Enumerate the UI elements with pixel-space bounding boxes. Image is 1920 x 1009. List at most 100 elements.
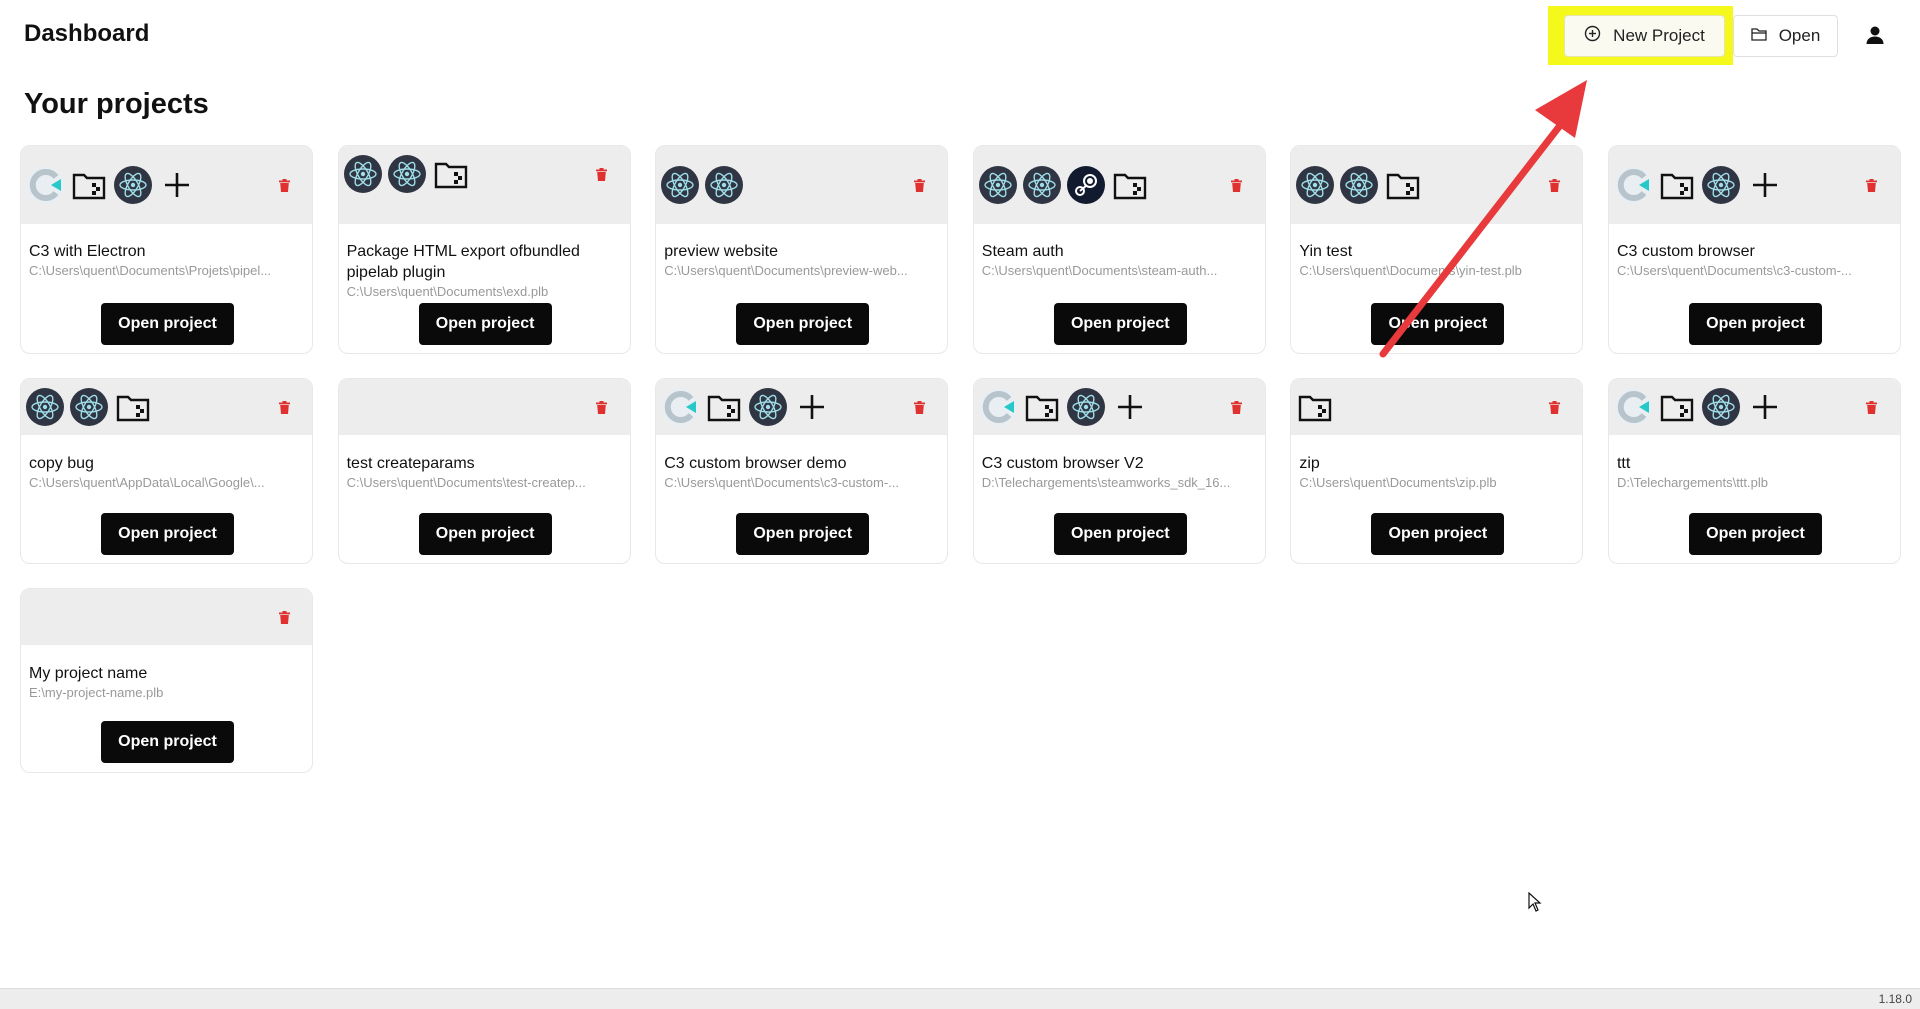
project-card: ttt D:\Telechargements\ttt.plb Open projec… <box>1607 378 1901 564</box>
project-card-body: My project name E:\my-project-name.plb <box>21 645 312 702</box>
electron-icon <box>1295 165 1335 205</box>
open-project-button[interactable]: Open project <box>1688 303 1822 345</box>
electron-icon <box>748 387 788 427</box>
delete-project-icon[interactable] <box>594 399 610 415</box>
open-project-button[interactable]: Open project <box>418 513 552 555</box>
delete-project-icon[interactable] <box>911 399 927 415</box>
plus-icon <box>1745 165 1785 205</box>
delete-project-icon[interactable] <box>1546 177 1562 193</box>
delete-project-icon[interactable] <box>276 609 292 625</box>
project-name: C3 custom browser demo <box>664 455 847 472</box>
folder-icon <box>704 387 744 427</box>
project-name: ttt <box>1616 455 1631 472</box>
project-card-header <box>338 379 630 435</box>
delete-project-icon[interactable] <box>911 177 927 193</box>
folder-icon <box>1022 387 1062 427</box>
project-card-header <box>656 146 948 224</box>
project-path: C:\Users\quent\Documents\Projets\pipel..… <box>29 263 272 278</box>
open-project-button[interactable]: Open project <box>1053 513 1187 555</box>
folder-icon <box>1110 165 1150 205</box>
plus-icon <box>792 387 832 427</box>
project-card-body: Steam auth C:\Users\quent\Documents\steam… <box>974 224 1265 280</box>
project-path: C:\Users\quent\Documents\test-createp... <box>346 475 586 490</box>
project-name: zip <box>1299 455 1320 472</box>
delete-project-icon[interactable] <box>276 177 292 193</box>
open-button[interactable]: Open <box>1733 15 1838 57</box>
electron-icon <box>704 165 744 205</box>
project-card: My project name E:\my-project-name.plb Ope… <box>20 588 313 773</box>
open-project-button[interactable]: Open project <box>1053 303 1187 345</box>
project-path: C:\Users\quent\Documents\yin-test.plb <box>1299 263 1522 278</box>
section-title: Your projects <box>24 88 209 120</box>
project-path: C:\Users\quent\Documents\steam-auth... <box>981 263 1218 278</box>
project-card: preview website C:\Users\quent\Documents\… <box>655 145 949 354</box>
project-path: D:\Telechargements\ttt.plb <box>1616 475 1768 490</box>
open-label: Open <box>1778 26 1821 45</box>
project-card-header <box>21 146 312 224</box>
project-name: C3 with Electron <box>29 243 146 260</box>
open-project-button[interactable]: Open project <box>101 721 234 763</box>
project-name: My project name <box>29 665 148 682</box>
project-name: C3 custom browser <box>1616 243 1755 260</box>
project-card-header <box>1291 146 1583 224</box>
project-card-header <box>973 146 1265 224</box>
electron-icon <box>978 165 1018 205</box>
delete-project-icon[interactable] <box>1864 399 1880 415</box>
open-project-button[interactable]: Open project <box>418 303 552 345</box>
project-card-body: C3 with Electron C:\Users\quent\Documents… <box>21 224 312 280</box>
project-card: test createparams C:\Users\quent\Document… <box>337 378 631 564</box>
project-card: copy bug C:\Users\quent\AppData\Local\Goo… <box>20 378 313 564</box>
user-menu-button[interactable] <box>1858 20 1892 54</box>
version-text: 1.18.0 <box>1878 992 1912 1006</box>
electron-icon <box>25 387 65 427</box>
project-card-header <box>21 589 312 645</box>
open-project-button[interactable]: Open project <box>1371 303 1505 345</box>
open-project-button[interactable]: Open project <box>101 303 234 345</box>
project-card-body: zip C:\Users\quent\Documents\zip.plb <box>1291 435 1582 492</box>
delete-project-icon[interactable] <box>276 399 292 415</box>
electron-icon <box>1066 387 1106 427</box>
plus-icon <box>1745 387 1785 427</box>
open-project-button[interactable]: Open project <box>736 513 870 555</box>
new-project-button[interactable]: New Project <box>1564 15 1725 57</box>
delete-project-icon[interactable] <box>1229 399 1245 415</box>
status-bar: 1.18.0 <box>0 988 1920 1009</box>
project-name: copy bug <box>29 455 94 472</box>
electron-icon <box>387 154 427 194</box>
project-path: C:\Users\quent\Documents\c3-custom-... <box>664 475 899 490</box>
project-name: preview website <box>664 243 779 260</box>
construct-icon <box>978 387 1018 427</box>
project-card: C3 custom browser C:\Users\quent\Document… <box>1607 145 1901 354</box>
electron-icon <box>1701 165 1741 205</box>
folder-icon <box>69 165 109 205</box>
steam-icon <box>1066 165 1106 205</box>
electron-icon <box>343 154 383 194</box>
project-name: Package HTML export ofbundled pipelab pl… <box>346 243 580 281</box>
page-title: Dashboard <box>24 20 150 47</box>
project-card-header <box>973 379 1265 435</box>
project-card-header <box>1608 379 1900 435</box>
open-project-button[interactable]: Open project <box>736 303 870 345</box>
construct-icon <box>1613 165 1653 205</box>
construct-icon <box>25 165 65 205</box>
project-path: C:\Users\quent\Documents\c3-custom-... <box>1616 263 1852 278</box>
project-card: Yin test C:\Users\quent\Documents\yin-tes… <box>1290 145 1584 354</box>
project-path: C:\Users\quent\Documents\exd.plb <box>346 284 549 299</box>
delete-project-icon[interactable] <box>1229 177 1245 193</box>
construct-icon <box>1613 387 1653 427</box>
open-project-button[interactable]: Open project <box>101 513 234 555</box>
delete-project-icon[interactable] <box>1864 177 1880 193</box>
new-project-label: New Project <box>1613 26 1705 45</box>
delete-project-icon[interactable] <box>594 166 610 182</box>
project-card-body: copy bug C:\Users\quent\AppData\Local\Goo… <box>21 435 312 492</box>
electron-icon <box>1339 165 1379 205</box>
folder-icon <box>1383 165 1423 205</box>
delete-project-icon[interactable] <box>1546 399 1562 415</box>
project-card: Steam auth C:\Users\quent\Documents\steam… <box>972 145 1266 354</box>
project-card: C3 custom browser demo C:\Users\quent\Doc… <box>655 378 949 564</box>
folder-icon <box>431 154 471 194</box>
open-project-button[interactable]: Open project <box>1688 513 1822 555</box>
open-project-button[interactable]: Open project <box>1371 513 1505 555</box>
add-circle-icon <box>1584 25 1601 47</box>
project-card-header <box>1608 146 1900 224</box>
